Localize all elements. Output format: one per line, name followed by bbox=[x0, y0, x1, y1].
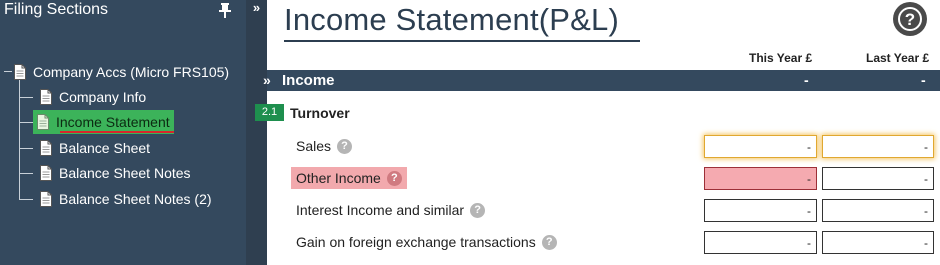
collapse-sidebar-button[interactable]: » bbox=[246, 0, 267, 18]
document-icon bbox=[14, 64, 26, 80]
tree-root-company-accs[interactable]: Company Accs (Micro FRS105) bbox=[14, 61, 229, 83]
section-header-income[interactable]: » Income - - bbox=[263, 70, 940, 91]
section-total-last-year: - bbox=[921, 72, 926, 88]
sidebar-item-balance-sheet-notes[interactable]: Balance Sheet Notes bbox=[40, 162, 191, 184]
section-total-this-year: - bbox=[804, 72, 809, 88]
row-label-text: Other Income bbox=[296, 170, 381, 186]
main-content: Income Statement(P&L) ? This Year £ Last… bbox=[255, 0, 940, 265]
column-header-last-year: Last Year £ bbox=[866, 51, 930, 65]
group-label: Turnover bbox=[290, 105, 350, 121]
row-label-fx-gain: Gain on foreign exchange transactions ? bbox=[291, 231, 562, 253]
document-icon bbox=[40, 89, 52, 105]
interest-income-last-year-input[interactable] bbox=[822, 199, 934, 222]
row-label-text: Interest Income and similar bbox=[296, 202, 465, 218]
filing-sections-sidebar: Filing Sections Company Accs (Micro FRS1… bbox=[0, 0, 246, 265]
help-question-icon[interactable]: ? bbox=[386, 170, 402, 186]
sidebar-item-label: Balance Sheet bbox=[59, 140, 151, 156]
row-label-text: Gain on foreign exchange transactions bbox=[296, 234, 536, 250]
help-question-icon[interactable]: ? bbox=[541, 234, 557, 250]
sidebar-title: Filing Sections bbox=[4, 1, 109, 18]
sidebar-item-label: Balance Sheet Notes (2) bbox=[59, 191, 212, 207]
document-icon bbox=[40, 140, 52, 156]
page-title: Income Statement(P&L) bbox=[284, 2, 620, 37]
help-button[interactable]: ? bbox=[893, 2, 927, 36]
column-header-this-year: This Year £ bbox=[749, 51, 813, 65]
active-item-underline bbox=[60, 131, 174, 133]
help-question-icon[interactable]: ? bbox=[337, 138, 353, 154]
tree-connector bbox=[19, 148, 33, 149]
section-title: Income bbox=[282, 72, 335, 89]
sidebar-item-label: Company Info bbox=[59, 89, 147, 105]
tree-connector bbox=[4, 71, 12, 72]
sales-last-year-input[interactable] bbox=[822, 135, 934, 158]
sidebar-item-label: Income Statement bbox=[56, 114, 170, 130]
fx-gain-last-year-input[interactable] bbox=[822, 231, 934, 254]
fx-gain-this-year-input[interactable] bbox=[704, 231, 817, 254]
tree-connector bbox=[19, 122, 33, 123]
document-icon bbox=[40, 165, 52, 181]
other-income-last-year-input[interactable] bbox=[822, 167, 934, 190]
tree-root-label: Company Accs (Micro FRS105) bbox=[33, 64, 230, 80]
sidebar-header: Filing Sections bbox=[0, 0, 246, 22]
row-label-text: Sales bbox=[296, 138, 332, 154]
pin-icon[interactable] bbox=[218, 2, 232, 18]
group-ref-badge: 2.1 bbox=[255, 104, 284, 121]
sidebar-collapse-strip: » bbox=[246, 0, 267, 265]
document-icon bbox=[37, 114, 49, 130]
sales-this-year-input[interactable] bbox=[704, 135, 817, 158]
sidebar-item-company-info[interactable]: Company Info bbox=[40, 86, 146, 108]
sidebar-item-label: Balance Sheet Notes bbox=[59, 165, 191, 181]
row-label-sales: Sales ? bbox=[291, 135, 357, 157]
help-question-icon[interactable]: ? bbox=[470, 202, 486, 218]
collapse-section-icon[interactable]: » bbox=[263, 70, 271, 91]
row-label-interest-income: Interest Income and similar ? bbox=[291, 199, 490, 221]
tree-connector bbox=[19, 80, 20, 200]
other-income-this-year-input[interactable] bbox=[704, 167, 817, 190]
sidebar-item-balance-sheet[interactable]: Balance Sheet bbox=[40, 137, 150, 159]
help-icon: ? bbox=[898, 7, 922, 31]
interest-income-this-year-input[interactable] bbox=[704, 199, 817, 222]
document-icon bbox=[40, 191, 52, 207]
tree-connector bbox=[19, 97, 33, 98]
tree-connector bbox=[19, 199, 33, 200]
row-label-other-income: Other Income ? bbox=[291, 167, 407, 189]
tree-connector bbox=[19, 173, 33, 174]
title-underline bbox=[284, 40, 640, 42]
sidebar-item-balance-sheet-notes-2[interactable]: Balance Sheet Notes (2) bbox=[40, 188, 212, 210]
